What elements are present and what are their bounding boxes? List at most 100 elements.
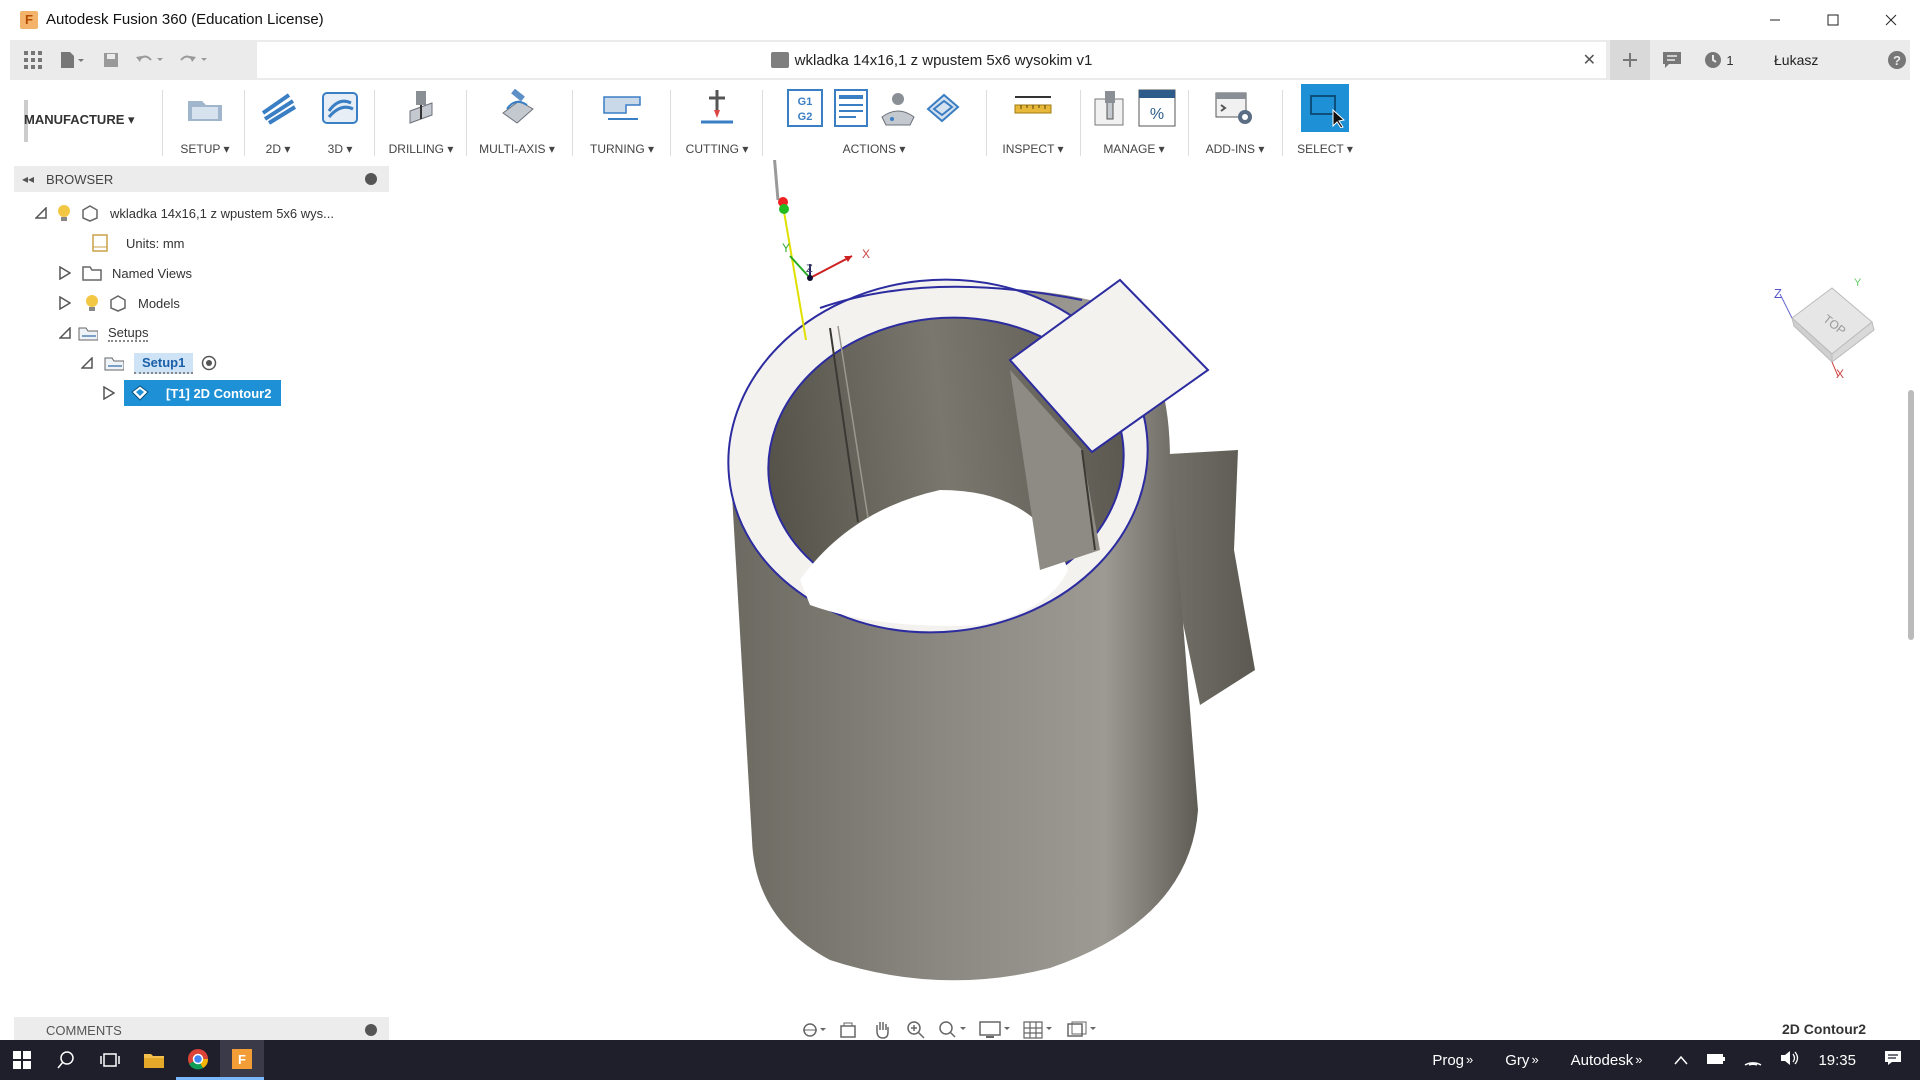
- 3d-group[interactable]: 3D ▾: [310, 88, 370, 156]
- 2d-group[interactable]: 2D ▾: [248, 88, 308, 156]
- orbit-button[interactable]: [800, 1019, 828, 1041]
- expand-triangle-icon[interactable]: [34, 206, 48, 220]
- expand-triangle-icon[interactable]: [58, 266, 72, 280]
- battery-indicator[interactable]: [1706, 1052, 1726, 1069]
- collapse-panel-icon[interactable]: ◂◂: [22, 172, 34, 186]
- task-view-button[interactable]: [88, 1040, 132, 1080]
- post-process-icon[interactable]: G1 G2: [785, 88, 825, 128]
- models-node[interactable]: Models: [58, 290, 180, 316]
- fit-button[interactable]: [936, 1019, 970, 1041]
- chrome-button[interactable]: [176, 1040, 220, 1080]
- add-comment-icon[interactable]: [365, 1024, 377, 1036]
- multi-axis-icon[interactable]: [497, 88, 537, 128]
- cutting-group[interactable]: CUTTING ▾: [674, 88, 760, 156]
- selected-operation[interactable]: [T1] 2D Contour2: [124, 380, 282, 406]
- undo-button[interactable]: [128, 43, 172, 77]
- actions-group[interactable]: G1 G2 ACTIONS ▾: [766, 88, 982, 156]
- setup-icon: [104, 354, 124, 372]
- redo-button[interactable]: [172, 43, 216, 77]
- comments-button[interactable]: [1650, 43, 1694, 77]
- search-button[interactable]: [44, 1040, 88, 1080]
- post-library-icon[interactable]: %: [1137, 88, 1177, 128]
- select-group[interactable]: SELECT ▾: [1286, 84, 1364, 156]
- job-status-button[interactable]: 1: [1694, 43, 1744, 77]
- display-settings-button[interactable]: [976, 1019, 1014, 1041]
- 2d-adaptive-icon[interactable]: [258, 88, 298, 128]
- expand-triangle-icon[interactable]: [58, 296, 72, 310]
- grid-settings-button[interactable]: [1020, 1019, 1058, 1041]
- setups-node[interactable]: Setups: [58, 320, 149, 346]
- fusion-app-icon: F: [20, 10, 38, 29]
- toolbar-autodesk[interactable]: Autodesk»: [1571, 1052, 1657, 1069]
- turning-group[interactable]: TURNING ▾: [576, 88, 668, 156]
- new-tab-button[interactable]: [1610, 40, 1650, 80]
- toolbar-prog[interactable]: Prog»: [1432, 1052, 1487, 1069]
- close-tab-icon[interactable]: ✕: [1583, 50, 1596, 70]
- active-setup-radio-icon[interactable]: [199, 354, 219, 372]
- pan-button[interactable]: [868, 1019, 896, 1041]
- fusion-taskbar-button[interactable]: F: [220, 1040, 264, 1080]
- expand-triangle-icon[interactable]: [80, 356, 94, 370]
- user-account-menu[interactable]: Łukasz: [1774, 52, 1818, 68]
- scripts-addins-icon[interactable]: [1215, 88, 1255, 128]
- ribbon-separator: [1080, 90, 1081, 156]
- setup-sheet-icon[interactable]: [831, 88, 871, 128]
- clock[interactable]: 19:35: [1818, 1052, 1856, 1069]
- workspace-switcher[interactable]: MANUFACTURE ▾: [24, 112, 135, 128]
- browser-root-node[interactable]: wkladka 14x16,1 z wpustem 5x6 wys...: [34, 200, 334, 226]
- viewports-button[interactable]: [1064, 1019, 1102, 1041]
- turning-icon[interactable]: [602, 88, 642, 128]
- setup-group[interactable]: SETUP ▾: [170, 88, 240, 156]
- expand-triangle-icon[interactable]: [58, 326, 72, 340]
- 2d-contour-icon: [130, 384, 150, 402]
- toolbar-gry[interactable]: Gry»: [1505, 1052, 1552, 1069]
- document-tab[interactable]: wkladka 14x16,1 z wpustem 5x6 wysokim v1…: [257, 42, 1606, 78]
- minimize-button[interactable]: [1746, 0, 1804, 39]
- drill-icon[interactable]: [401, 88, 441, 128]
- file-explorer-button[interactable]: [132, 1040, 176, 1080]
- model-canvas[interactable]: X Y Z: [10, 129, 1910, 1020]
- expand-triangle-icon[interactable]: [102, 386, 116, 400]
- simulate-icon[interactable]: [877, 88, 917, 128]
- close-window-button[interactable]: [1862, 0, 1920, 39]
- comments-label: COMMENTS: [46, 1022, 122, 1038]
- action-center-button[interactable]: [1884, 1050, 1902, 1070]
- 3d-adaptive-icon[interactable]: [320, 88, 360, 128]
- chrome-icon: [188, 1048, 209, 1069]
- network-indicator[interactable]: [1744, 1050, 1762, 1070]
- inspect-group[interactable]: INSPECT ▾: [990, 88, 1076, 156]
- named-views-node[interactable]: Named Views: [58, 260, 192, 286]
- select-icon[interactable]: [1301, 84, 1349, 132]
- help-button[interactable]: ?: [1880, 43, 1914, 77]
- manage-group[interactable]: % MANAGE ▾: [1084, 88, 1184, 156]
- browser-panel-header[interactable]: ◂◂ BROWSER: [14, 166, 389, 192]
- look-at-button[interactable]: [834, 1019, 862, 1041]
- zoom-button[interactable]: [902, 1019, 930, 1041]
- viewcube[interactable]: TOP Z X Y: [1770, 270, 1890, 380]
- viewports-icon: [1067, 1021, 1096, 1037]
- viewport-scrollbar[interactable]: [1908, 390, 1914, 640]
- minimize-panel-icon[interactable]: [365, 173, 377, 185]
- units-node[interactable]: Units: mm: [84, 230, 185, 256]
- setup-icon[interactable]: [185, 88, 225, 128]
- 3d-viewport[interactable]: X Y Z TOP Z X Y: [10, 129, 1910, 1020]
- add-ins-group[interactable]: ADD-INS ▾: [1192, 88, 1278, 156]
- volume-indicator[interactable]: [1780, 1050, 1800, 1070]
- file-menu-button[interactable]: [50, 43, 94, 77]
- setup1-node[interactable]: Setup1: [80, 350, 219, 376]
- orbit-icon: [803, 1023, 826, 1037]
- data-panel-button[interactable]: [16, 43, 50, 77]
- maximize-button[interactable]: [1804, 0, 1862, 39]
- drilling-group[interactable]: DRILLING ▾: [378, 88, 464, 156]
- start-button[interactable]: [0, 1040, 44, 1080]
- multi-axis-group[interactable]: MULTI-AXIS ▾: [470, 88, 564, 156]
- visibility-bulb-icon[interactable]: [82, 294, 102, 312]
- measure-icon[interactable]: [1013, 88, 1053, 128]
- show-hidden-icons[interactable]: [1674, 1052, 1689, 1069]
- operation-node[interactable]: [T1] 2D Contour2: [102, 380, 282, 406]
- save-button[interactable]: [94, 43, 128, 77]
- visibility-bulb-icon[interactable]: [54, 204, 74, 222]
- cutting-icon[interactable]: [697, 88, 737, 128]
- nc-program-icon[interactable]: [923, 88, 963, 128]
- tool-library-icon[interactable]: [1091, 88, 1131, 128]
